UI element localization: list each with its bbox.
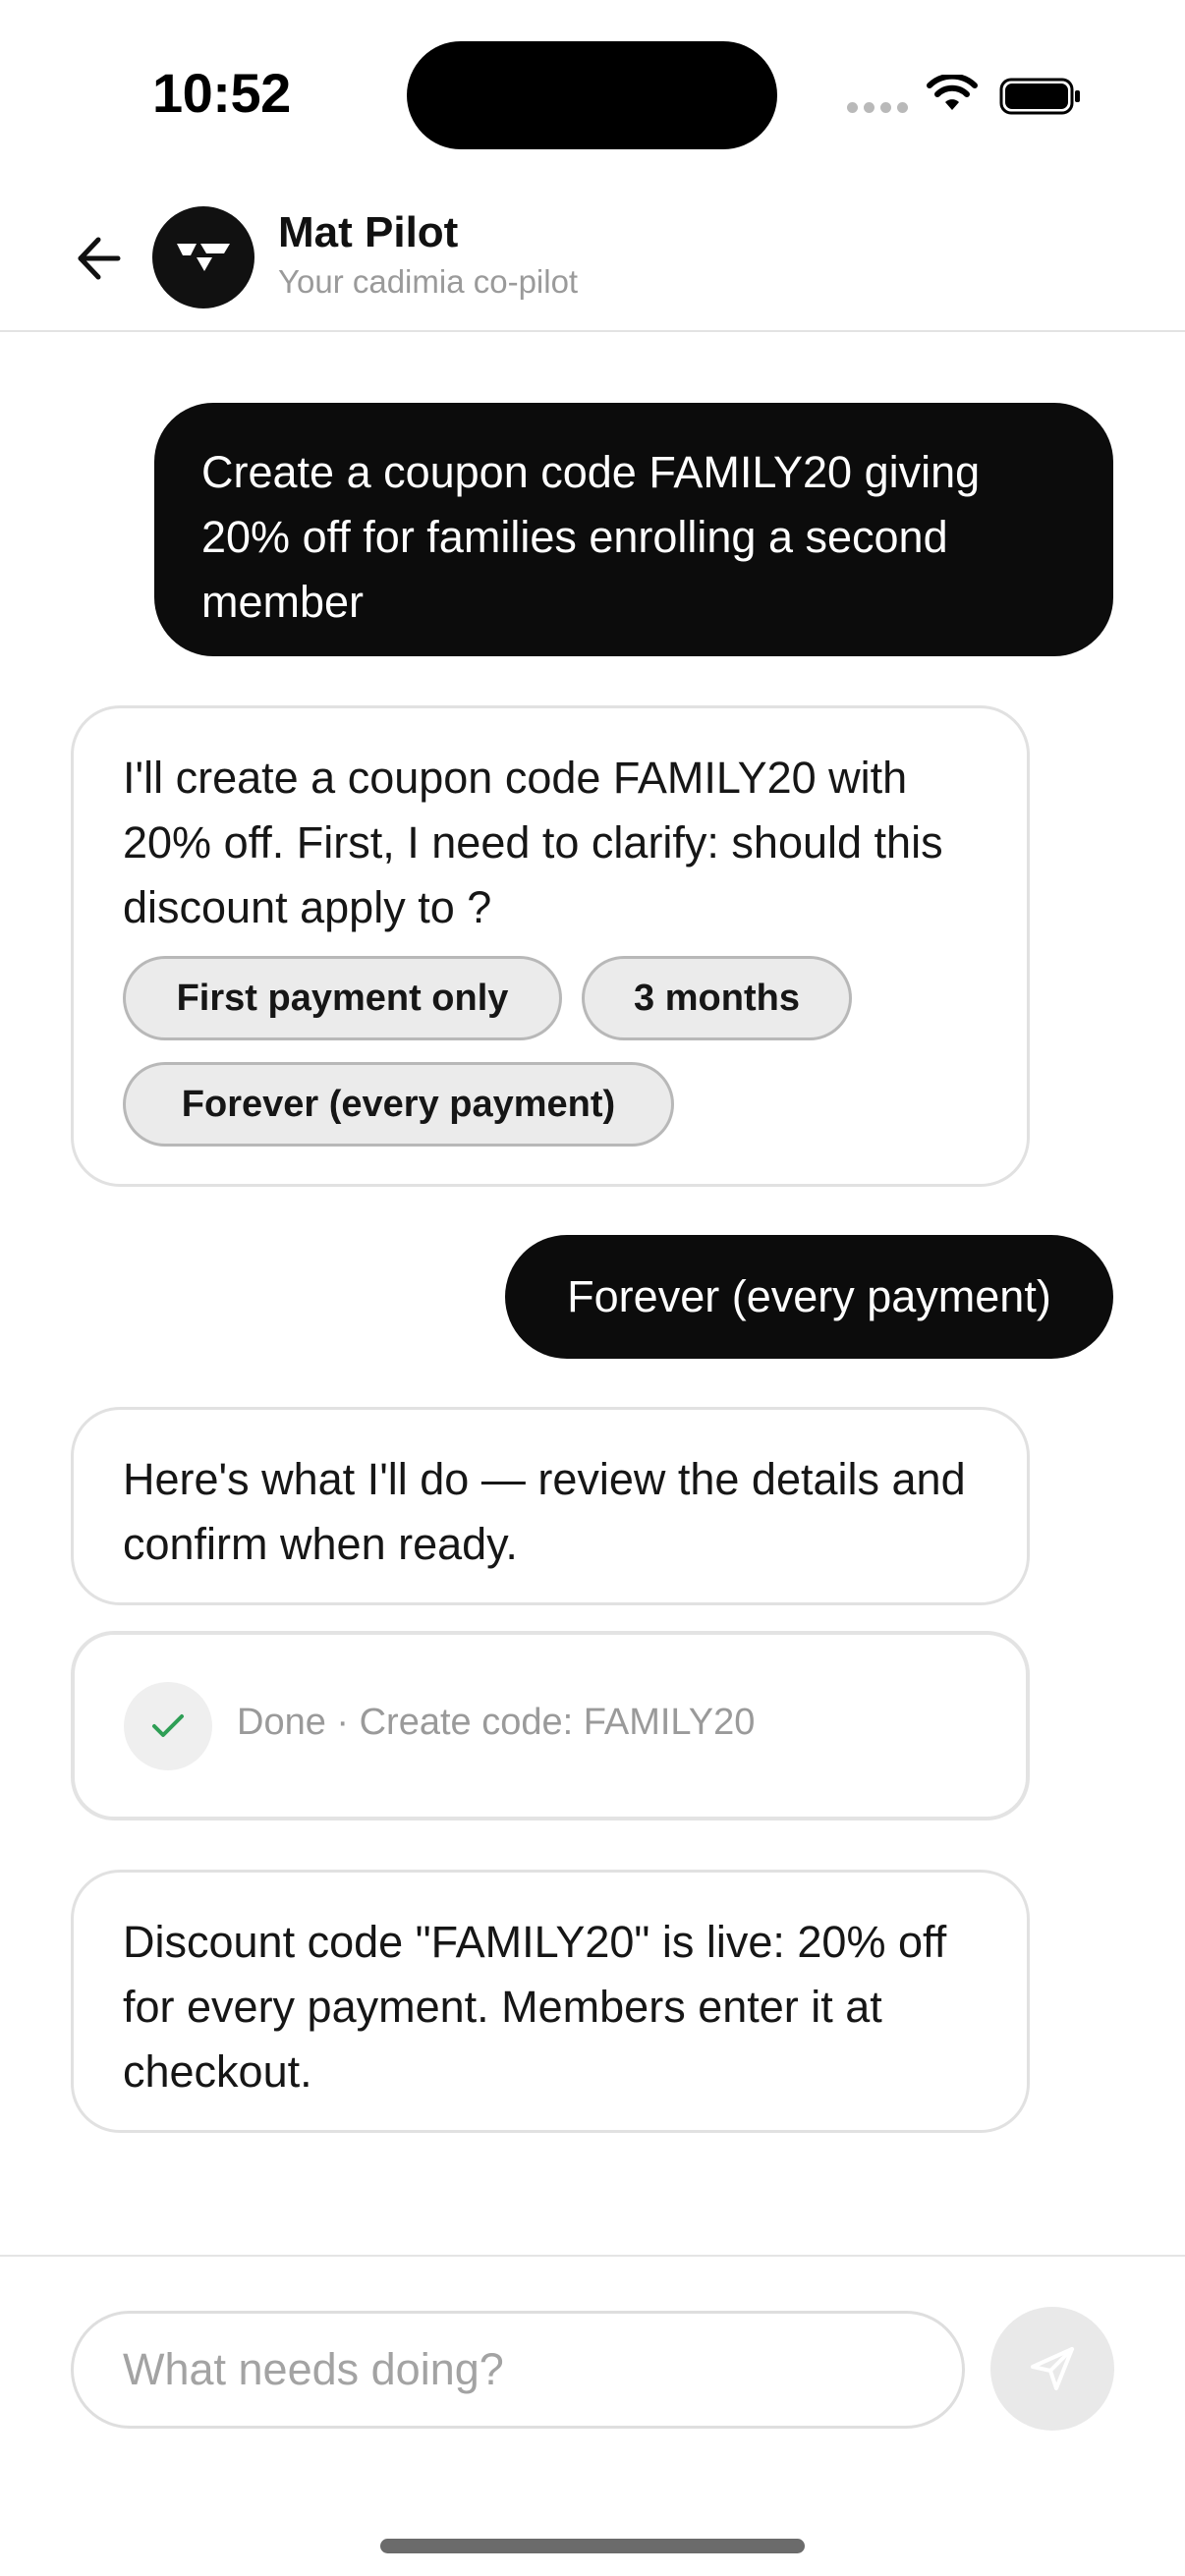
quick-reply-first-payment[interactable]: First payment only (123, 956, 562, 1040)
back-button[interactable] (73, 232, 126, 285)
dynamic-island (407, 41, 777, 149)
arrow-left-icon (78, 237, 121, 280)
home-indicator (380, 2539, 805, 2553)
chat-title: Mat Pilot (278, 208, 459, 256)
quick-reply-forever[interactable]: Forever (every payment) (123, 1062, 674, 1147)
avatar (152, 206, 254, 308)
signal-dots-icon (847, 102, 908, 113)
task-status-text: Done · Create code: FAMILY20 (237, 1702, 756, 1743)
composer-divider (0, 2255, 1185, 2257)
assistant-message: I'll create a coupon code FAMILY20 with … (71, 705, 1030, 1187)
quick-reply-row: Forever (every payment) (123, 1062, 674, 1147)
assistant-message-text: I'll create a coupon code FAMILY20 with … (123, 753, 943, 932)
cadimia-logo-icon (177, 244, 230, 271)
send-icon (1031, 2347, 1074, 2390)
message-input[interactable] (71, 2311, 965, 2429)
quick-reply-row: First payment only 3 months (123, 956, 852, 1040)
assistant-message: Here's what I'll do — review the details… (71, 1407, 1030, 1605)
wifi-icon (927, 75, 978, 110)
user-message: Create a coupon code FAMILY20 giving 20%… (154, 403, 1113, 656)
assistant-message: Discount code "FAMILY20" is live: 20% of… (71, 1870, 1030, 2133)
task-status-badge (124, 1682, 212, 1770)
assistant-message-text: Discount code "FAMILY20" is live: 20% of… (123, 1917, 947, 2097)
assistant-message-text: Here's what I'll do — review the details… (123, 1454, 966, 1569)
task-status-card: Done · Create code: FAMILY20 (71, 1631, 1030, 1820)
battery-icon (999, 78, 1080, 115)
checkmark-icon (152, 1714, 184, 1737)
send-button[interactable] (990, 2307, 1114, 2431)
user-message: Forever (every payment) (505, 1235, 1113, 1359)
chat-subtitle: Your cadimia co-pilot (278, 263, 579, 300)
quick-reply-3-months[interactable]: 3 months (582, 956, 852, 1040)
status-time: 10:52 (152, 62, 291, 124)
chat-header: Mat Pilot Your cadimia co-pilot (0, 189, 1185, 332)
